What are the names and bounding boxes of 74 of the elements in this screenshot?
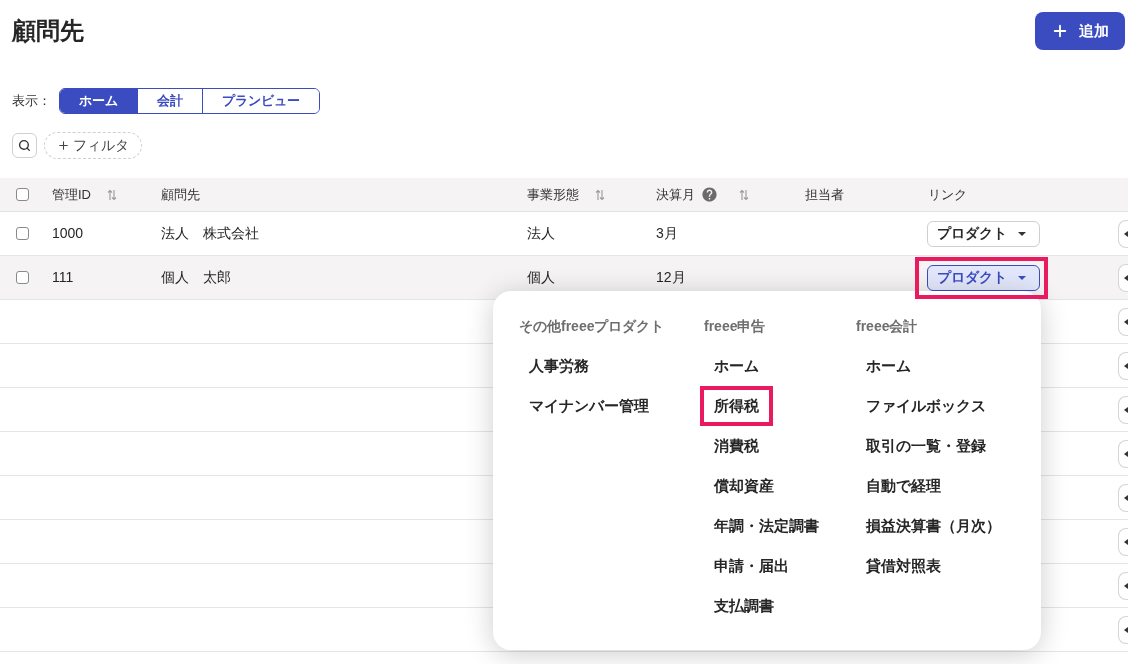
column-header: 顧問先 xyxy=(161,185,200,204)
triangle-icon xyxy=(1124,582,1128,589)
search-button[interactable] xyxy=(12,133,37,158)
row-action-button[interactable] xyxy=(1118,307,1128,336)
help-icon[interactable] xyxy=(701,186,718,203)
menu-group-heading: freee申告 xyxy=(704,317,767,336)
table-cell-text: 法人 株式会社 xyxy=(161,224,259,243)
table-cell-text: 1000 xyxy=(52,224,84,243)
menu-item[interactable]: 年調・法定調書 xyxy=(704,510,829,542)
row-action-button[interactable] xyxy=(1118,351,1128,380)
menu-item[interactable]: 償却資産 xyxy=(704,470,784,502)
row-action-button[interactable] xyxy=(1118,395,1128,424)
triangle-icon xyxy=(1124,274,1128,281)
checkbox[interactable] xyxy=(16,188,29,201)
table-cell-text: 個人 太郎 xyxy=(161,268,231,287)
column-header: 決算月 xyxy=(656,185,695,204)
row-action-button[interactable] xyxy=(1118,439,1128,468)
menu-item[interactable]: マイナンバー管理 xyxy=(519,390,659,422)
triangle-icon xyxy=(1124,450,1128,457)
row-action-button[interactable] xyxy=(1118,527,1128,556)
row-action-button[interactable] xyxy=(1118,615,1128,644)
triangle-icon xyxy=(1124,362,1128,369)
view-tab[interactable]: ホーム xyxy=(60,89,137,113)
triangle-icon xyxy=(1124,230,1128,237)
menu-item[interactable]: 支払調書 xyxy=(704,590,784,622)
triangle-icon xyxy=(1124,538,1128,545)
table-cell-text: 法人 xyxy=(527,224,555,243)
sort-icon[interactable] xyxy=(595,188,605,201)
column-header: 管理ID xyxy=(52,185,91,204)
menu-item[interactable]: ファイルボックス xyxy=(856,390,996,422)
row-action-button[interactable] xyxy=(1118,483,1128,512)
checkbox[interactable] xyxy=(16,227,29,240)
menu-item[interactable]: 申請・届出 xyxy=(704,550,799,582)
sort-icon[interactable] xyxy=(107,188,117,201)
triangle-icon xyxy=(1124,318,1128,325)
filter-button[interactable]: フィルタ xyxy=(44,132,142,159)
product-dropdown-button[interactable]: プロダクト xyxy=(927,220,1040,247)
product-dropdown-button[interactable]: プロダクト xyxy=(927,264,1040,291)
table-cell-text: 12月 xyxy=(656,268,686,287)
triangle-icon xyxy=(1124,626,1128,633)
caret-icon xyxy=(1018,275,1026,280)
triangle-icon xyxy=(1124,494,1128,501)
menu-item[interactable]: 所得税 xyxy=(704,390,769,422)
sort-icon[interactable] xyxy=(739,188,749,201)
row-action-button[interactable] xyxy=(1118,219,1128,248)
search-icon xyxy=(18,139,31,152)
column-header: 担当者 xyxy=(805,185,844,204)
table-cell-text: 個人 xyxy=(527,268,555,287)
menu-group-heading: freee会計 xyxy=(856,317,919,336)
checkbox[interactable] xyxy=(16,271,29,284)
table-cell-text: 3月 xyxy=(656,224,678,243)
table-row[interactable]: 111 個人 太郎 個人 12月 プロダクト xyxy=(0,256,1128,300)
column-header: 事業形態 xyxy=(527,185,579,204)
plus-icon xyxy=(57,139,70,152)
menu-item[interactable]: 損益決算書（月次） xyxy=(856,510,1011,542)
menu-item[interactable]: 自動で経理 xyxy=(856,470,951,502)
view-label: 表示： xyxy=(12,92,51,111)
page-title: 顧問先 xyxy=(12,16,84,46)
table-cell-text: 111 xyxy=(52,268,74,287)
view-tab[interactable]: プランビュー xyxy=(202,89,319,113)
row-action-button[interactable] xyxy=(1118,263,1128,292)
menu-item[interactable]: 消費税 xyxy=(704,430,769,462)
column-header: リンク xyxy=(928,185,967,204)
menu-item[interactable]: 人事労務 xyxy=(519,350,599,382)
menu-item[interactable]: ホーム xyxy=(856,350,921,382)
menu-group-heading: その他freeeプロダクト xyxy=(519,317,666,336)
menu-item[interactable]: ホーム xyxy=(704,350,769,382)
plus-icon xyxy=(1051,22,1069,40)
menu-item[interactable]: 取引の一覧・登録 xyxy=(856,430,996,462)
caret-icon xyxy=(1018,231,1026,236)
triangle-icon xyxy=(1124,406,1128,413)
add-button[interactable]: 追加 xyxy=(1035,12,1125,50)
row-action-button[interactable] xyxy=(1118,571,1128,600)
menu-item[interactable]: 貸借対照表 xyxy=(856,550,951,582)
